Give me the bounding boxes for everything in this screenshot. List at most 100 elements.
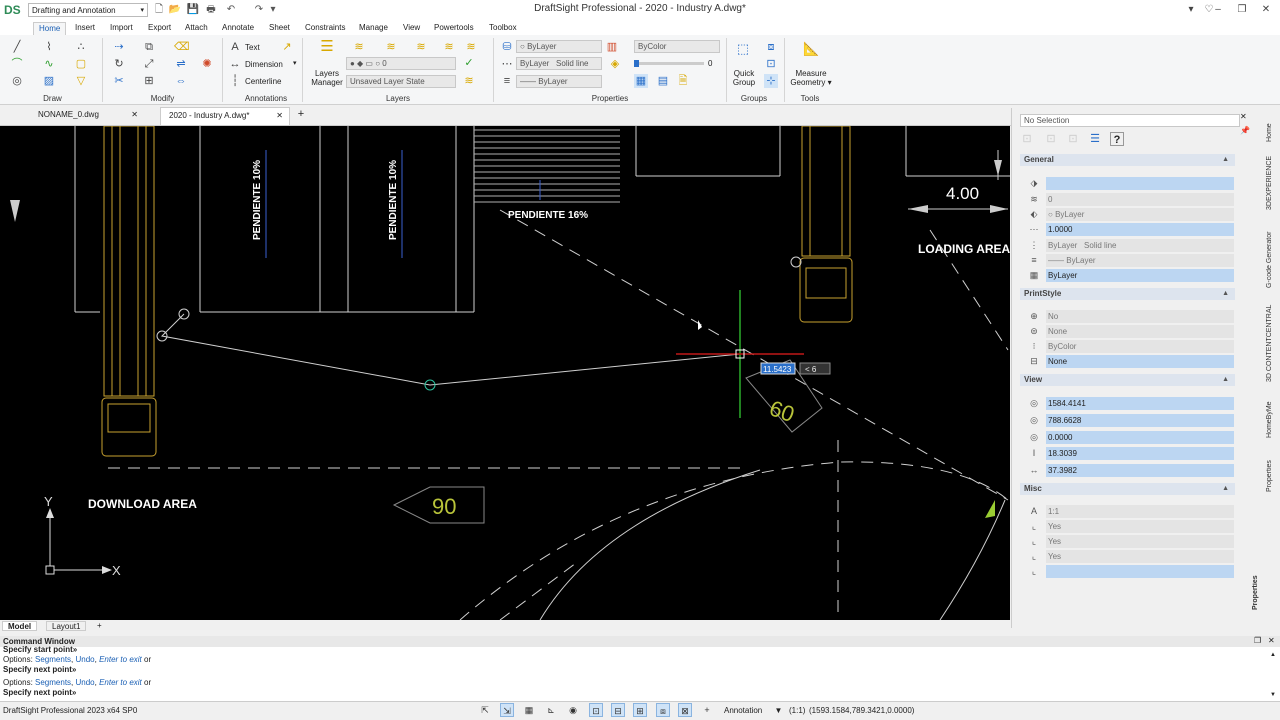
polyline-icon[interactable]: ⌇: [42, 40, 56, 54]
print-style-icon[interactable]: 🗎: [676, 74, 690, 88]
arc-icon[interactable]: ⌒: [10, 57, 24, 71]
close-button[interactable]: ✕: [1254, 2, 1278, 18]
selection-cycle-icon[interactable]: ⊠: [678, 703, 692, 717]
general-plotstyle[interactable]: ByLayer: [1046, 269, 1234, 282]
doc-tab-noname[interactable]: NONAME_0.dwg ✕: [30, 107, 144, 125]
general-linetype[interactable]: ○ ByLayer: [1046, 208, 1234, 221]
general-transparency[interactable]: —— ByLayer: [1046, 254, 1234, 267]
layers-manager-icon[interactable]: ☰: [318, 39, 336, 58]
printstyle-2[interactable]: None: [1046, 325, 1234, 338]
misc-ucs-origin[interactable]: Yes: [1046, 535, 1234, 548]
centerline-label[interactable]: Centerline: [245, 77, 281, 86]
crosshair-icon[interactable]: +: [700, 703, 714, 717]
misc-ucs-name[interactable]: [1046, 565, 1234, 578]
measure-geometry-label[interactable]: Measure Geometry ▾: [790, 69, 832, 87]
mirror-icon[interactable]: ⇌: [174, 57, 188, 71]
layer-off-icon[interactable]: ≋: [464, 40, 478, 54]
linetype-icon[interactable]: ⋯: [500, 57, 514, 71]
close-icon[interactable]: ✕: [1268, 636, 1275, 645]
option-segments-link[interactable]: Segments: [35, 655, 71, 664]
chevron-down-icon[interactable]: ▾: [293, 59, 297, 67]
drawing-canvas[interactable]: PENDIENTE 10% PENDIENTE 10% PENDIENTE 16…: [0, 126, 1010, 620]
tab-toolbox[interactable]: Toolbox: [484, 22, 522, 35]
lineweight-dropdown[interactable]: —— ByLayer: [516, 75, 602, 88]
general-color[interactable]: [1046, 177, 1234, 190]
match-properties-icon[interactable]: ⛁: [500, 40, 514, 54]
tab-constraints[interactable]: Constraints: [300, 22, 350, 35]
trim-icon[interactable]: ✂: [112, 74, 126, 88]
lineweight-toggle-icon[interactable]: ⊞: [633, 703, 647, 717]
quick-select-icon[interactable]: ⊡: [1044, 132, 1058, 146]
esnap-icon[interactable]: ⊡: [589, 703, 603, 717]
layer-previous-icon[interactable]: ≋: [352, 40, 366, 54]
general-lineweight[interactable]: ByLayer Solid line: [1046, 239, 1234, 252]
misc-ucs-on[interactable]: Yes: [1046, 520, 1234, 533]
ortho-icon[interactable]: ⊾: [544, 703, 558, 717]
side-tab-gcode[interactable]: G-code Generator: [1266, 222, 1280, 288]
misc-section-header[interactable]: Misc ▲: [1020, 483, 1235, 495]
layer-state-dropdown[interactable]: Unsaved Layer State: [346, 75, 456, 88]
side-tab-3dcontentcentral[interactable]: 3D CONTENTCENTRAL: [1266, 300, 1280, 382]
view-width[interactable]: 37.3982: [1046, 464, 1234, 477]
misc-ucs-per-viewport[interactable]: Yes: [1046, 550, 1234, 563]
plot-color-dropdown[interactable]: ByColor: [634, 40, 720, 53]
printstyle-section-header[interactable]: PrintStyle ▲: [1020, 288, 1235, 300]
close-icon[interactable]: ✕: [1240, 112, 1247, 121]
side-tab-3dexperience[interactable]: 3DEXPERIENCE: [1266, 150, 1280, 210]
triangle-icon[interactable]: ▽: [74, 74, 88, 88]
rectangle-icon[interactable]: ▢: [74, 57, 88, 71]
select-icon[interactable]: ⊡: [1020, 132, 1034, 146]
minimize-button[interactable]: –: [1206, 2, 1230, 18]
add-layout-icon[interactable]: +: [92, 621, 107, 631]
text-label[interactable]: Text: [245, 43, 260, 52]
group-manager-icon[interactable]: ⧈: [764, 40, 778, 54]
transparency-slider[interactable]: [634, 60, 704, 67]
measure-icon[interactable]: 📐: [803, 42, 819, 56]
linetype-dropdown[interactable]: ByLayer Solid line: [516, 57, 602, 70]
dimension-icon[interactable]: ↔: [228, 57, 242, 71]
tab-annotate[interactable]: Annotate: [217, 22, 259, 35]
view-section-header[interactable]: View ▲: [1020, 374, 1235, 386]
line-icon[interactable]: ╱: [10, 40, 24, 54]
tab-view[interactable]: View: [398, 22, 425, 35]
help-chevron-icon[interactable]: ▾: [1184, 2, 1198, 18]
printstyle-1[interactable]: No: [1046, 310, 1234, 323]
scale-readout[interactable]: (1:1): [789, 705, 805, 716]
group-selection-icon[interactable]: ⊹: [764, 74, 778, 88]
hatch-icon[interactable]: ▨: [42, 74, 56, 88]
drawing-svg[interactable]: PENDIENTE 10% PENDIENTE 10% PENDIENTE 16…: [0, 126, 1010, 620]
dynamic-angle-input[interactable]: < 6: [805, 365, 817, 374]
view-center-y[interactable]: 788.6628: [1046, 414, 1234, 427]
array-icon[interactable]: ⊞: [142, 74, 156, 88]
option-enter-link[interactable]: Enter to exit: [99, 655, 142, 664]
annotation-dropdown[interactable]: Annotation ▼: [724, 705, 782, 716]
add-tab-icon[interactable]: +: [294, 107, 308, 121]
lineweight-icon[interactable]: ≡: [500, 74, 514, 88]
copy-icon[interactable]: ⧉: [142, 40, 156, 54]
option-undo-link[interactable]: Undo: [76, 655, 95, 664]
tab-attach[interactable]: Attach: [180, 22, 213, 35]
erase-icon[interactable]: ⌫: [174, 40, 190, 54]
color-dropdown[interactable]: ○ ByLayer: [516, 40, 602, 53]
rotate-icon[interactable]: ↻: [112, 57, 126, 71]
entity-snap-icon[interactable]: ⇲: [500, 703, 514, 717]
spline-icon[interactable]: ∿: [42, 57, 56, 71]
etrack-icon[interactable]: ⊟: [611, 703, 625, 717]
toggle-pickadd-icon[interactable]: ⊡: [1066, 132, 1080, 146]
circle-icon[interactable]: ◎: [10, 74, 24, 88]
transparency-icon[interactable]: ◈: [608, 57, 622, 71]
layer-current-icon[interactable]: ✓: [462, 56, 476, 70]
option-segments-link[interactable]: Segments: [35, 678, 71, 687]
general-linetype-scale[interactable]: 1.0000: [1046, 223, 1234, 236]
side-tab-properties[interactable]: Properties: [1266, 452, 1280, 492]
side-tab-homebyme[interactable]: HomeByMe: [1266, 396, 1280, 438]
layer-lock-icon[interactable]: ≋: [442, 40, 456, 54]
selection-dropdown[interactable]: No Selection: [1020, 114, 1240, 127]
view-center-x[interactable]: 1584.4141: [1046, 397, 1234, 410]
doc-tab-industry[interactable]: 2020 - Industry A.dwg* ✕: [160, 107, 290, 125]
scroll-up-icon[interactable]: ▲: [1270, 652, 1276, 658]
tab-sheet[interactable]: Sheet: [264, 22, 295, 35]
help-icon[interactable]: ?: [1110, 132, 1124, 146]
close-icon[interactable]: ✕: [276, 108, 283, 124]
scroll-down-icon[interactable]: ▼: [1270, 692, 1276, 698]
